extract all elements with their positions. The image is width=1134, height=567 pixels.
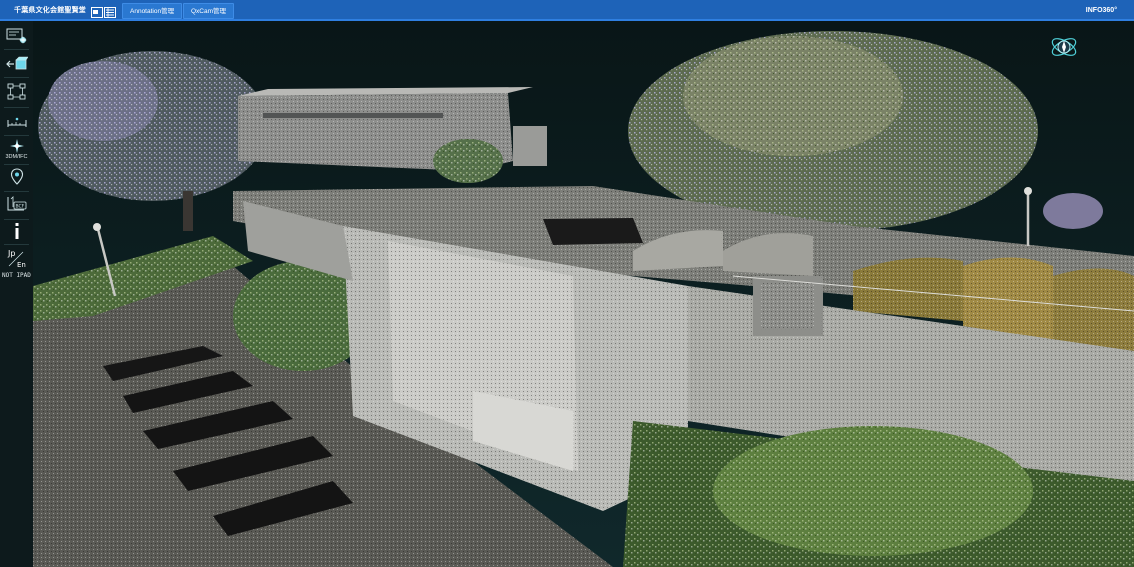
view-settings-button[interactable] <box>3 25 30 47</box>
monitor-star-icon <box>6 28 27 44</box>
tree-nodes-icon <box>7 83 25 100</box>
annotation-management-button[interactable]: Annotation管理 <box>122 3 183 19</box>
map-pin-icon <box>10 168 23 185</box>
device-label: NOT IPAD <box>2 272 31 279</box>
structure-button[interactable] <box>3 81 30 103</box>
location-button[interactable] <box>3 166 30 188</box>
arrow-cube-icon <box>5 56 28 70</box>
info-icon <box>15 223 18 239</box>
sparkle-icon <box>9 139 24 153</box>
info-button[interactable] <box>3 220 30 242</box>
bcf-icon-text: BCF <box>15 204 24 210</box>
language-en-text: En <box>17 261 26 269</box>
bcf-button[interactable]: BCF <box>3 193 30 215</box>
left-toolbar: 3DM/IFC BCF Jp En NOT IPAD <box>0 21 33 567</box>
navigation-button[interactable] <box>3 53 30 75</box>
point-cloud-scene <box>33 21 1134 567</box>
language-toggle-button[interactable]: Jp En <box>3 246 30 270</box>
measure-button[interactable] <box>3 111 30 133</box>
brand-logo: INFO360° <box>1085 7 1117 14</box>
window-layout-icon[interactable] <box>91 5 103 18</box>
language-icon: Jp En <box>7 249 26 269</box>
language-jp-text: Jp <box>7 249 15 258</box>
qxcam-management-button[interactable]: QxCam管理 <box>183 3 235 19</box>
list-view-icon[interactable] <box>104 5 116 18</box>
3dm-ifc-label: 3DM/IFC <box>5 154 28 160</box>
top-header-bar: 千葉県文化会館聖賢堂 Annotation管理 QxCam管理 INFO360° <box>0 0 1134 21</box>
ruler-icon <box>7 117 26 127</box>
orbit-compass-icon[interactable] <box>1048 31 1080 63</box>
point-cloud-viewport[interactable] <box>33 21 1134 567</box>
project-title: 千葉県文化会館聖賢堂 <box>14 7 86 14</box>
bcf-icon: BCF <box>7 196 26 211</box>
